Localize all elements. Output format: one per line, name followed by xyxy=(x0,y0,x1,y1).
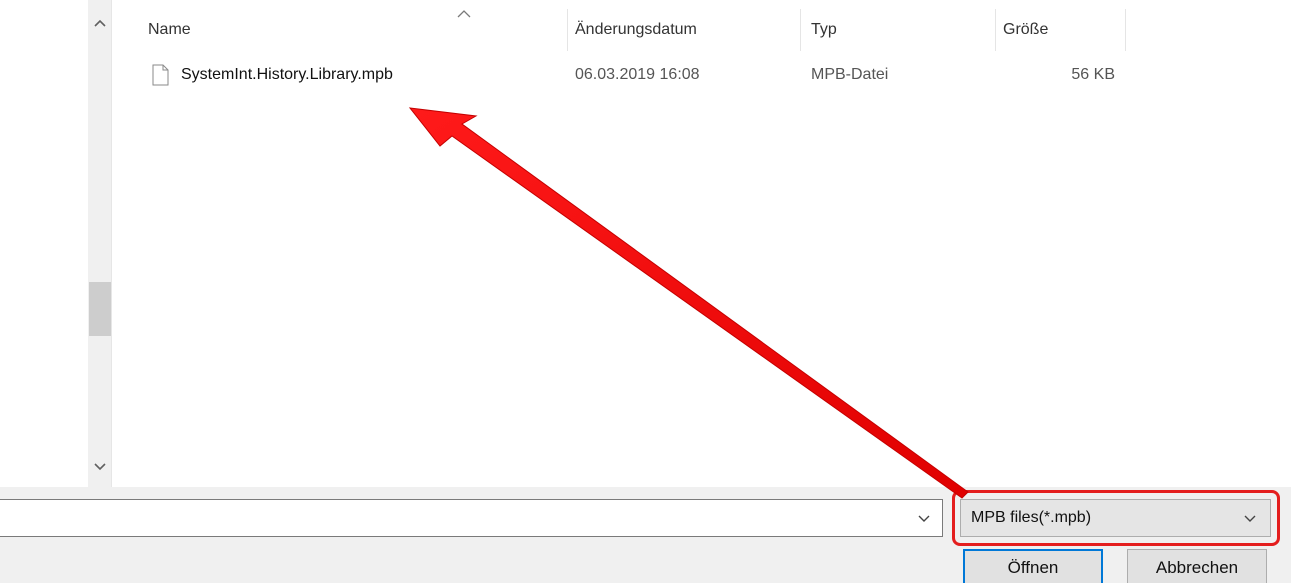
column-header-type[interactable]: Typ xyxy=(803,9,995,51)
vertical-scrollbar[interactable] xyxy=(88,0,112,487)
scrollbar-thumb[interactable] xyxy=(89,282,111,336)
column-separator[interactable] xyxy=(1125,9,1126,51)
column-header-modified[interactable]: Änderungsdatum xyxy=(567,9,799,51)
column-header-name-label: Name xyxy=(148,21,191,38)
column-header-type-label: Typ xyxy=(811,21,837,38)
column-header-size[interactable]: Größe xyxy=(995,9,1125,51)
column-header-modified-label: Änderungsdatum xyxy=(575,21,697,38)
column-header-size-label: Größe xyxy=(1003,21,1049,38)
document-icon xyxy=(152,64,169,86)
cancel-button[interactable]: Abbrechen xyxy=(1127,549,1267,583)
column-header-name[interactable]: Name xyxy=(140,9,560,51)
filename-input[interactable] xyxy=(0,499,943,537)
scroll-down-icon[interactable] xyxy=(88,456,112,478)
dialog-bottom-bar: MPB files(*.mpb) Öffnen Abbrechen xyxy=(0,487,1291,583)
column-header-row: Name Änderungsdatum Typ Größe xyxy=(113,9,1291,51)
column-separator[interactable] xyxy=(800,9,801,51)
file-modified-date: 06.03.2019 16:08 xyxy=(575,66,700,83)
file-size: 56 KB xyxy=(1071,66,1115,83)
file-list[interactable]: Name Änderungsdatum Typ Größe SystemInt.… xyxy=(113,0,1291,487)
scroll-up-icon[interactable] xyxy=(88,12,112,34)
file-type: MPB-Datei xyxy=(811,66,889,83)
file-row[interactable]: SystemInt.History.Library.mpb 06.03.2019… xyxy=(113,58,1123,92)
highlight-box xyxy=(952,490,1280,546)
chevron-down-icon[interactable] xyxy=(914,509,934,529)
navigation-pane[interactable] xyxy=(0,0,88,487)
open-button[interactable]: Öffnen xyxy=(963,549,1103,583)
file-name: SystemInt.History.Library.mpb xyxy=(181,66,393,83)
